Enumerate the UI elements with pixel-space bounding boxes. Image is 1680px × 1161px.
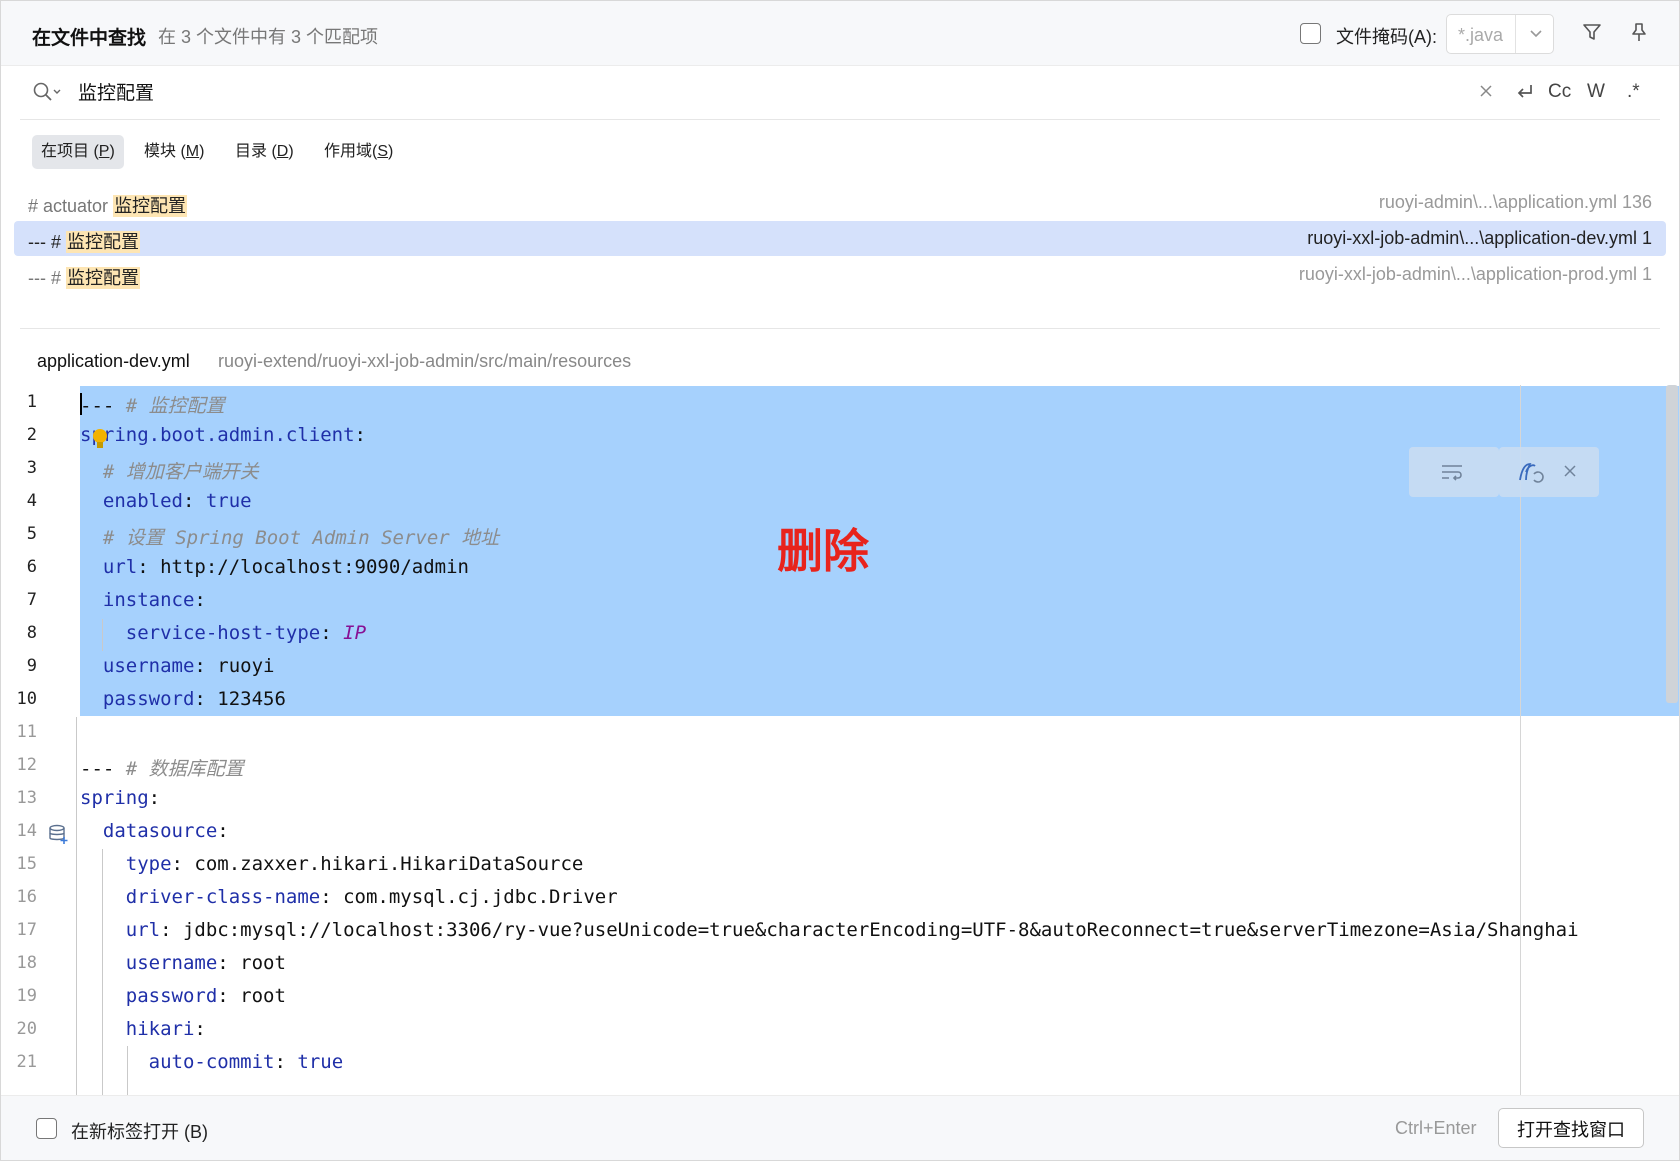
indent-guide	[102, 849, 103, 1095]
dialog-footer: 在新标签打开 (B) Ctrl+Enter 打开查找窗口	[1, 1095, 1679, 1160]
indent-guide	[102, 619, 103, 651]
search-history-icon[interactable]	[32, 81, 62, 103]
newline-icon[interactable]	[1513, 81, 1537, 103]
match-case-toggle[interactable]: Cc	[1548, 81, 1571, 103]
vertical-scrollbar[interactable]	[1666, 385, 1678, 703]
search-row: Cc W .*	[20, 65, 1660, 120]
code-line: 9 username: ruoyi	[26, 655, 275, 677]
annotation-text: 删除	[777, 524, 869, 578]
result-row[interactable]: # actuator 监控配置 ruoyi-admin\...\applicat…	[14, 185, 1666, 220]
result-row-selected[interactable]: --- # 监控配置 ruoyi-xxl-job-admin\...\appli…	[14, 221, 1666, 256]
file-mask-label: 文件掩码(A):	[1336, 27, 1437, 47]
dialog-title: 在文件中查找	[32, 28, 147, 49]
match-summary: 在 3 个文件中有 3 个匹配项	[158, 27, 379, 47]
filter-icon[interactable]	[1581, 21, 1603, 43]
code-line: 13 spring:	[16, 787, 161, 809]
search-input[interactable]	[78, 78, 1278, 104]
code-line: 7 instance:	[26, 589, 206, 611]
code-line: 15 type: com.zaxxer.hikari.HikariDataSou…	[16, 853, 584, 875]
database-icon[interactable]	[47, 823, 69, 845]
lightbulb-stem	[97, 442, 103, 448]
preview-file-path: ruoyi-extend/ruoyi-xxl-job-admin/src/mai…	[218, 351, 632, 371]
code-line: 10 password: 123456	[16, 688, 286, 710]
code-line: 11	[16, 722, 37, 742]
code-line: 17 url: jdbc:mysql://localhost:3306/ry-v…	[16, 919, 1579, 941]
result-text: # actuator 监控配置	[28, 195, 188, 217]
tab-directory[interactable]: 目录 (D)	[226, 135, 303, 169]
text-caret	[80, 393, 82, 415]
soft-wrap-icon[interactable]	[1439, 461, 1465, 483]
shortcut-hint: Ctrl+Enter	[1395, 1118, 1477, 1138]
code-line: 21 auto-commit: true	[16, 1051, 344, 1073]
result-location: ruoyi-xxl-job-admin\...\application-dev.…	[1307, 228, 1652, 248]
tab-in-project[interactable]: 在项目 (P)	[32, 135, 124, 169]
file-mask-checkbox[interactable]	[1300, 23, 1321, 44]
combo-separator	[1515, 15, 1516, 53]
open-in-new-tab-checkbox[interactable]	[36, 1118, 57, 1139]
code-line: 19 password: root	[16, 985, 286, 1007]
result-text: --- # 监控配置	[28, 231, 140, 253]
find-in-files-dialog: 在文件中查找 在 3 个文件中有 3 个匹配项 文件掩码(A): *.java …	[0, 0, 1680, 1161]
lightbulb-icon[interactable]	[93, 429, 107, 443]
close-icon[interactable]	[1561, 462, 1579, 480]
result-location: ruoyi-xxl-job-admin\...\application-prod…	[1298, 264, 1652, 284]
code-line: 8 service-host-type: IP	[26, 622, 367, 644]
code-line: 1 --- # 监控配置	[26, 392, 225, 417]
indent-guide	[76, 717, 77, 1095]
code-line: 16 driver-class-name: com.mysql.cj.jdbc.…	[16, 886, 618, 908]
open-in-new-tab-label: 在新标签打开 (B)	[71, 1122, 208, 1142]
result-text: --- # 监控配置	[28, 267, 140, 289]
code-line: 18 username: root	[16, 952, 286, 974]
clear-icon[interactable]	[1476, 81, 1496, 101]
open-find-window-button[interactable]: 打开查找窗口	[1498, 1108, 1644, 1148]
code-line: 20 hikari:	[16, 1018, 206, 1040]
results-divider	[20, 328, 1660, 329]
result-match: 监控配置	[66, 231, 140, 253]
pin-icon[interactable]	[1628, 21, 1650, 43]
tab-scope[interactable]: 作用域(S)	[315, 135, 402, 169]
reader-mode-toolbar[interactable]	[1499, 447, 1599, 497]
result-location: ruoyi-admin\...\application.yml 136	[1378, 192, 1652, 212]
result-match: 监控配置	[113, 195, 188, 217]
code-line: 14 datasource:	[16, 820, 229, 842]
code-line: 12 --- # 数据库配置	[16, 755, 244, 780]
reader-mode-icon[interactable]	[1517, 460, 1545, 484]
result-match: 监控配置	[66, 267, 140, 289]
preview-file-name: application-dev.yml	[37, 351, 190, 371]
file-mask-value: *.java	[1458, 25, 1504, 45]
tab-module[interactable]: 模块 (M)	[135, 135, 213, 169]
soft-wrap-toolbar[interactable]	[1409, 447, 1499, 497]
words-toggle[interactable]: W	[1587, 81, 1605, 103]
dialog-header: 在文件中查找 在 3 个文件中有 3 个匹配项 文件掩码(A): *.java	[1, 1, 1679, 66]
regex-toggle[interactable]: .*	[1627, 81, 1640, 103]
file-mask-combo[interactable]: *.java	[1446, 14, 1554, 54]
result-row[interactable]: --- # 监控配置 ruoyi-xxl-job-admin\...\appli…	[14, 257, 1666, 292]
indent-guide	[127, 1046, 128, 1095]
chevron-down-icon[interactable]	[1525, 22, 1547, 44]
